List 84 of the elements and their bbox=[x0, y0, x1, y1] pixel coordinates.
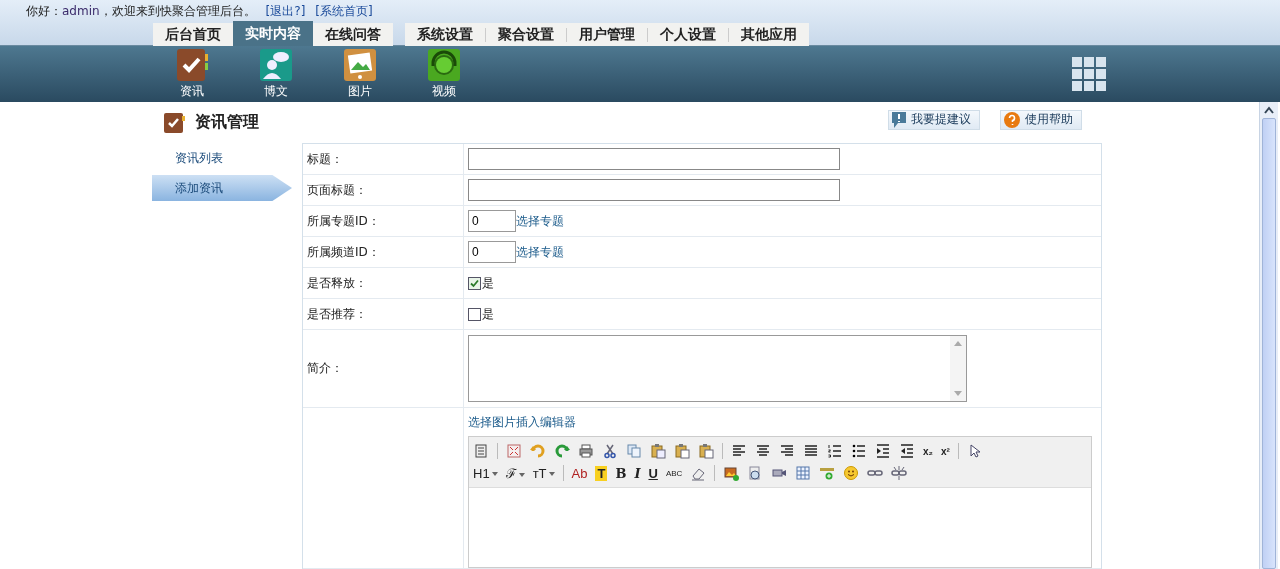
nav-tab[interactable]: 个人设置 bbox=[648, 23, 728, 46]
greeting-text: 你好：admin，欢迎来到快聚合管理后台。 bbox=[26, 2, 256, 20]
align-right-icon[interactable] bbox=[779, 443, 795, 459]
toolbar-button[interactable]: U bbox=[648, 465, 658, 481]
field-label: 所属频道ID： bbox=[307, 243, 380, 261]
outdent-icon[interactable] bbox=[899, 443, 915, 459]
checkbox[interactable] bbox=[468, 276, 481, 290]
id-field[interactable]: 0 bbox=[468, 210, 516, 232]
toolbar-button[interactable]: ABC bbox=[665, 468, 683, 478]
redo-icon[interactable] bbox=[554, 443, 570, 459]
id-field[interactable]: 0 bbox=[468, 241, 516, 263]
align-justify-icon[interactable] bbox=[803, 443, 819, 459]
notebook-check-icon bbox=[163, 111, 185, 134]
field-label: 所属专题ID： bbox=[307, 212, 380, 230]
text-field[interactable] bbox=[468, 179, 840, 201]
toolbar-button[interactable]: T bbox=[595, 465, 608, 481]
paste-word-icon[interactable] bbox=[698, 443, 714, 459]
caret-icon bbox=[518, 472, 525, 477]
paste-icon[interactable] bbox=[650, 443, 666, 459]
nav-tab[interactable]: 实时内容 bbox=[233, 21, 313, 46]
indent-icon[interactable] bbox=[875, 443, 891, 459]
nav-tab[interactable]: 系统设置 bbox=[405, 23, 485, 46]
photo-icon bbox=[343, 48, 377, 82]
fullscreen-icon[interactable] bbox=[506, 443, 522, 459]
toolbar-button[interactable]: x² bbox=[941, 445, 950, 457]
bullet-list-icon[interactable] bbox=[851, 443, 867, 459]
field-label: 简介： bbox=[307, 360, 343, 377]
table-icon[interactable] bbox=[795, 465, 812, 481]
paste-text-icon[interactable] bbox=[674, 443, 690, 459]
unlink-icon[interactable] bbox=[891, 465, 908, 481]
headset-face-icon bbox=[427, 48, 461, 82]
text-field[interactable] bbox=[468, 148, 840, 170]
app-shortcut[interactable]: 博文 bbox=[234, 48, 318, 100]
scissors-icon[interactable] bbox=[602, 443, 618, 459]
align-center-icon[interactable] bbox=[755, 443, 771, 459]
caret-icon bbox=[548, 472, 555, 477]
choose-link[interactable]: 选择专题 bbox=[516, 243, 564, 261]
nav-tab[interactable]: 后台首页 bbox=[153, 23, 233, 46]
checkbox[interactable] bbox=[468, 307, 481, 321]
toolbar-button[interactable]: B bbox=[615, 465, 627, 481]
printer-icon[interactable] bbox=[578, 443, 594, 459]
toolbar-dropdown[interactable]: ℱ bbox=[505, 464, 525, 482]
nav-tab[interactable]: 在线问答 bbox=[313, 23, 393, 46]
question-mark-icon bbox=[1003, 110, 1021, 129]
speech-exclaim-icon bbox=[891, 110, 907, 129]
notebook-check-icon bbox=[175, 48, 209, 82]
field-label: 页面标题： bbox=[307, 181, 367, 199]
toolbar-dropdown[interactable]: H1 bbox=[473, 465, 498, 481]
field-label: 是否推荐： bbox=[307, 305, 367, 323]
person-speech-icon bbox=[259, 48, 293, 82]
toolbar-dropdown[interactable]: ᴛT bbox=[532, 465, 555, 481]
insert-image-link[interactable]: 选择图片插入编辑器 bbox=[468, 414, 1092, 436]
image-icon[interactable] bbox=[723, 465, 740, 481]
sidebar-item[interactable]: 资讯列表 bbox=[152, 145, 292, 171]
nav-tab[interactable]: 其他应用 bbox=[729, 23, 809, 46]
scrollbar[interactable] bbox=[1259, 102, 1278, 569]
add-rule-icon[interactable] bbox=[819, 465, 836, 481]
choose-link[interactable]: 选择专题 bbox=[516, 212, 564, 230]
section-title: 资讯管理 bbox=[195, 112, 259, 133]
toolbar-button[interactable]: x₂ bbox=[923, 445, 933, 457]
header-link[interactable]: [退出?] bbox=[265, 2, 306, 20]
summary-textarea[interactable] bbox=[468, 335, 967, 402]
checkbox-label: 是 bbox=[482, 305, 494, 323]
numbered-list-icon[interactable] bbox=[827, 443, 843, 459]
align-left-icon[interactable] bbox=[731, 443, 747, 459]
field-label: 是否释放： bbox=[307, 274, 367, 292]
checkbox-label: 是 bbox=[482, 274, 494, 292]
help-button[interactable]: 使用帮助 bbox=[1000, 109, 1082, 130]
app-grid-icon[interactable] bbox=[1072, 57, 1106, 91]
nav-tab[interactable]: 聚合设置 bbox=[486, 23, 566, 46]
smiley-icon[interactable] bbox=[843, 465, 860, 481]
toolbar-button[interactable]: Ab bbox=[571, 465, 588, 481]
nav-tab[interactable]: 用户管理 bbox=[567, 23, 647, 46]
scroll-up-icon[interactable] bbox=[1264, 106, 1274, 114]
header-link[interactable]: [系统首页] bbox=[315, 2, 373, 20]
suggestion-button[interactable]: 我要提建议 bbox=[888, 109, 980, 130]
toolbar-button[interactable]: I bbox=[634, 465, 641, 481]
app-shortcut[interactable]: 视频 bbox=[402, 48, 486, 100]
app-shortcut[interactable]: 资讯 bbox=[150, 48, 234, 100]
rich-text-editor[interactable]: x₂ x² H1 ℱ ᴛT Ab T B I U ABC bbox=[468, 436, 1092, 568]
caret-icon bbox=[491, 472, 498, 477]
sidebar-item[interactable]: 添加资讯 bbox=[152, 175, 292, 201]
field-label: 标题： bbox=[307, 150, 343, 168]
app-shortcut[interactable]: 图片 bbox=[318, 48, 402, 100]
